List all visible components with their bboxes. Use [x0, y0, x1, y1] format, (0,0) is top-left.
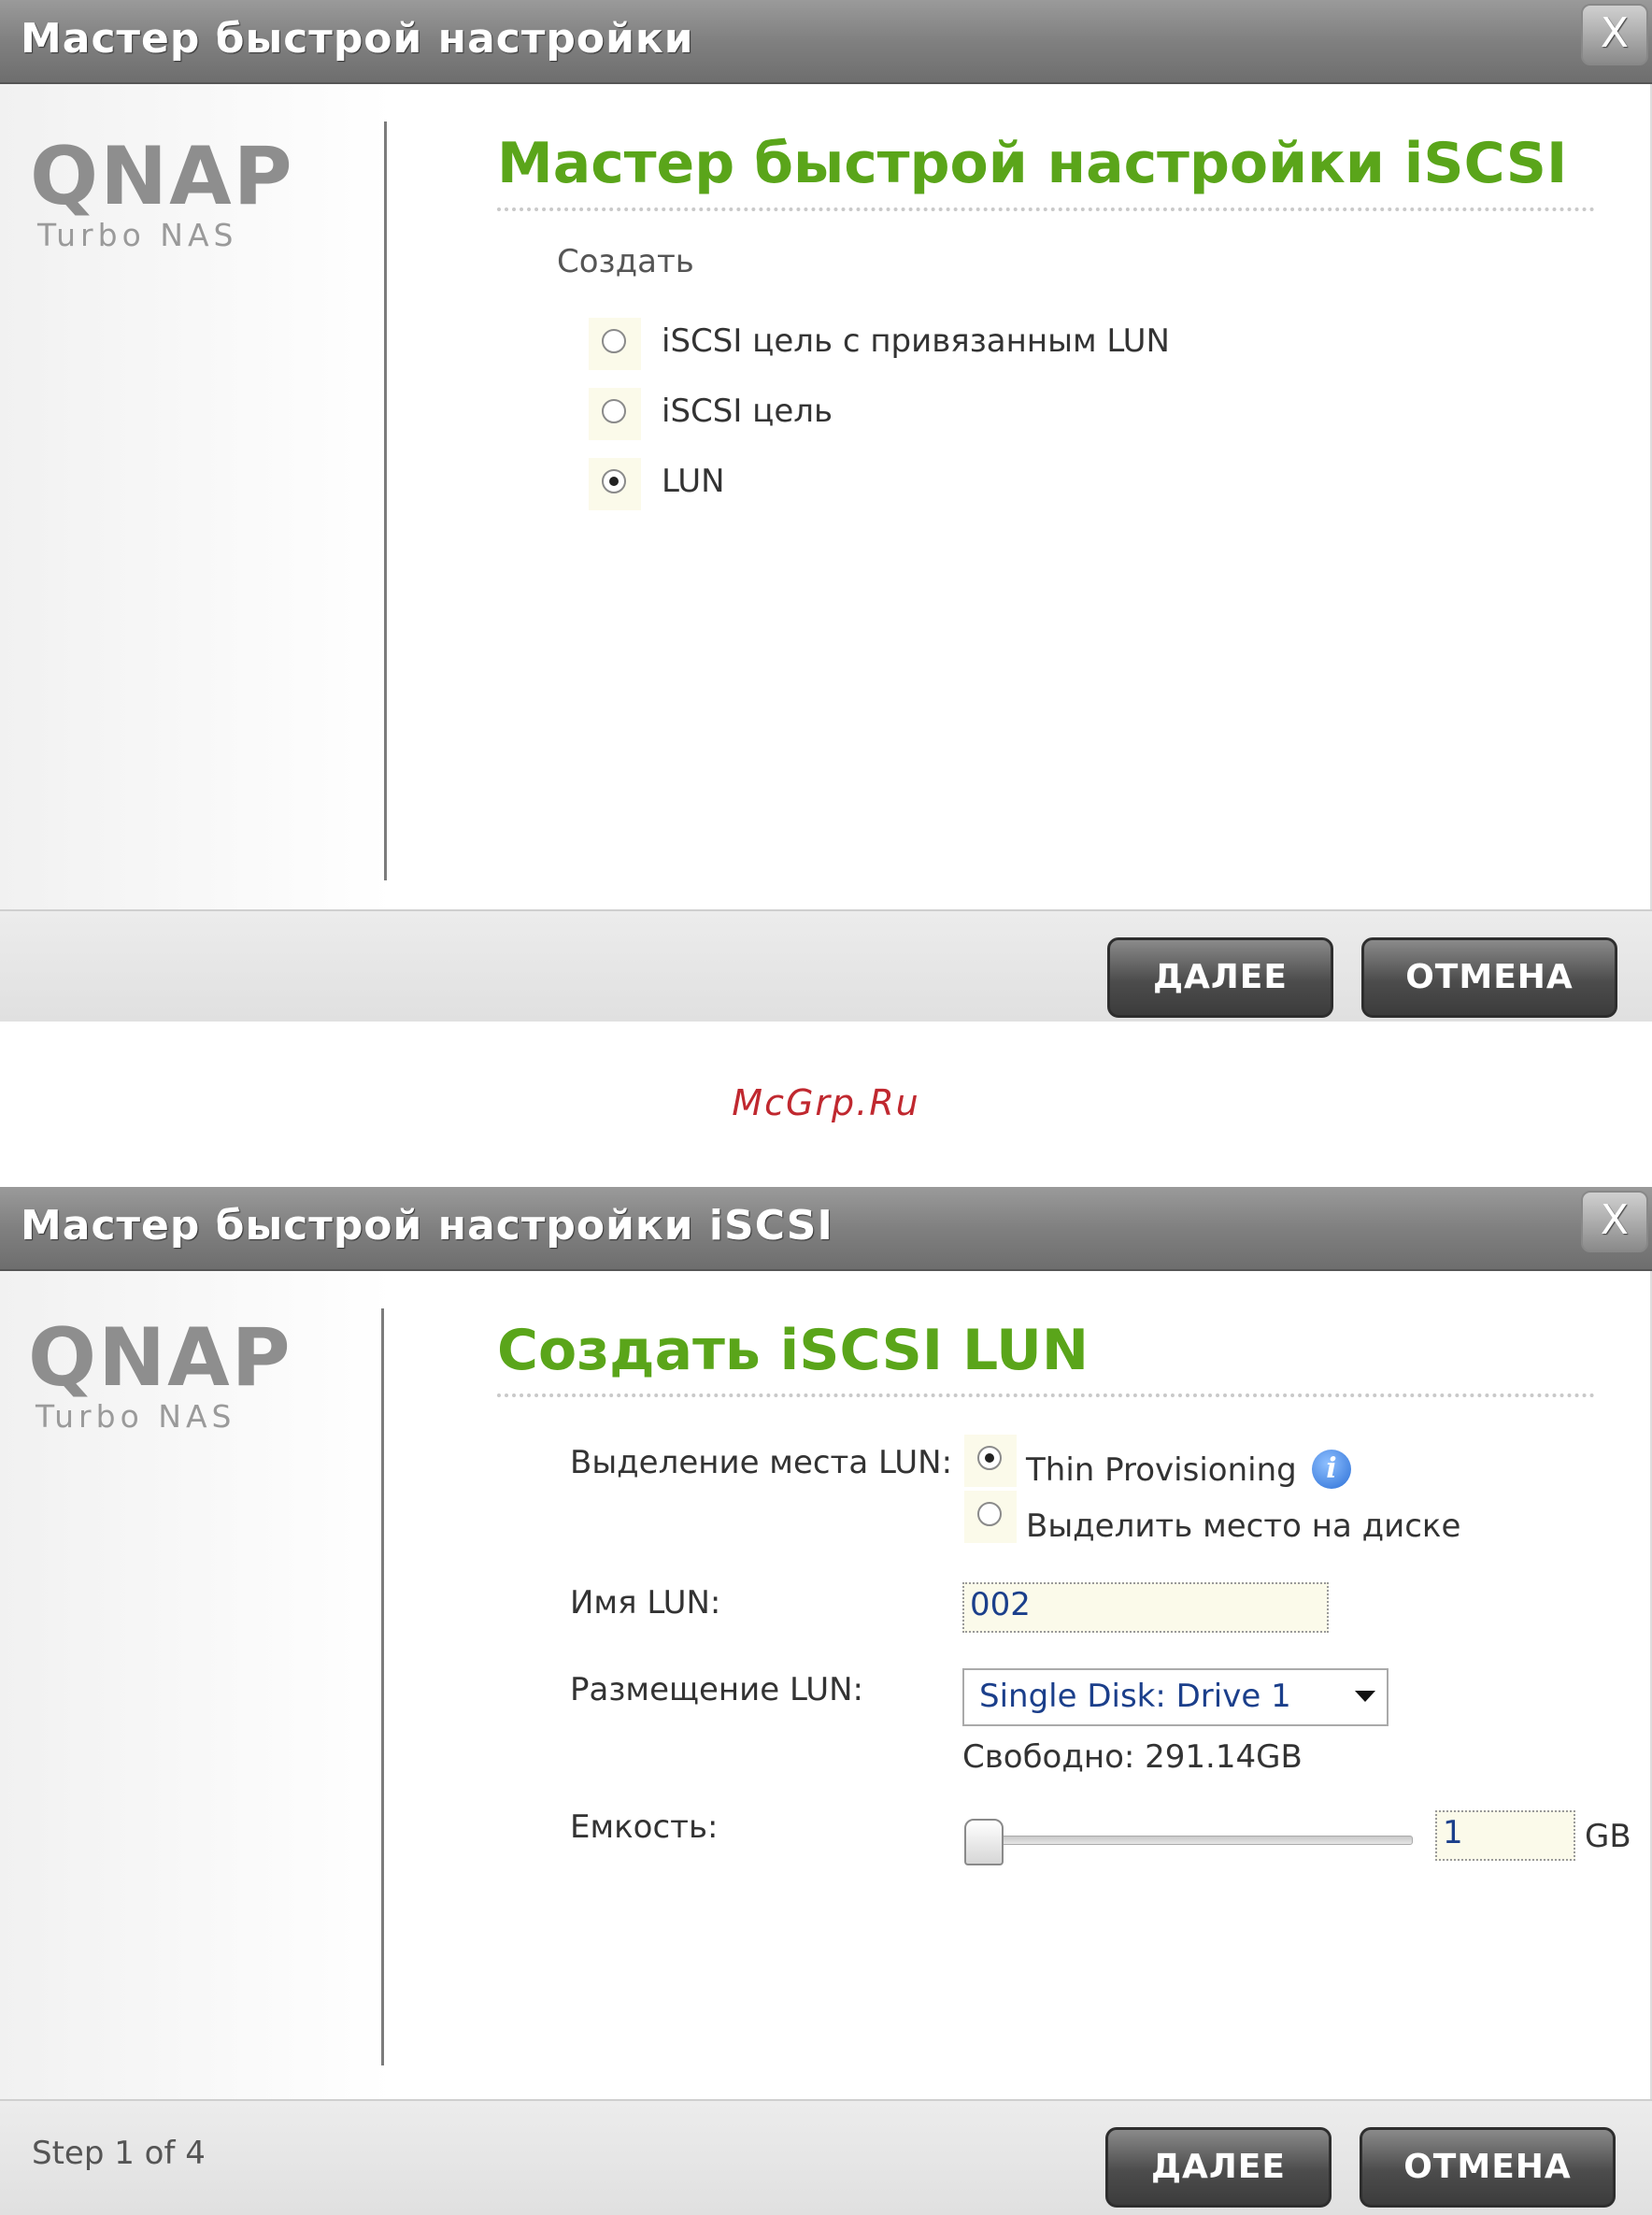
lun-location-label: Размещение LUN: — [570, 1671, 864, 1708]
radio-allocate-disk-space[interactable] — [964, 1491, 1017, 1543]
capacity-slider-track[interactable] — [972, 1836, 1413, 1845]
lun-name-input[interactable]: 002 — [962, 1582, 1329, 1633]
radio-button[interactable] — [602, 329, 626, 353]
info-icon[interactable]: i — [1312, 1450, 1351, 1489]
radio-button[interactable] — [977, 1502, 1002, 1526]
dialog-footer: Step 1 of 4 ДАЛЕЕ ОТМЕНА — [0, 2099, 1652, 2215]
qnap-logo: QNAP Turbo NAS — [30, 136, 294, 253]
create-lun-dialog: Мастер быстрой настройки iSCSI X QNAP Tu… — [0, 1187, 1652, 2215]
dialog-footer: ДАЛЕЕ ОТМЕНА — [0, 909, 1652, 1022]
logo-main-text: QNAP — [30, 130, 294, 223]
capacity-input[interactable]: 1 — [1435, 1810, 1575, 1861]
radio-button[interactable] — [977, 1446, 1002, 1470]
page-heading: Мастер быстрой настройки iSCSI — [497, 131, 1568, 196]
option-label: iSCSI цель с привязанным LUN — [662, 322, 1170, 360]
close-button[interactable]: X — [1581, 4, 1648, 65]
allocation-label: Выделение места LUN: — [570, 1444, 953, 1481]
lun-location-select[interactable]: Single Disk: Drive 1 — [962, 1668, 1389, 1726]
title-bar: Мастер быстрой настройки iSCSI X — [0, 1187, 1652, 1271]
logo-main-text: QNAP — [28, 1311, 292, 1405]
dialog-body: QNAP Turbo NAS Мастер быстрой настройки … — [0, 84, 1652, 909]
qnap-logo: QNAP Turbo NAS — [28, 1318, 292, 1435]
capacity-label: Емкость: — [570, 1808, 719, 1846]
cancel-button[interactable]: ОТМЕНА — [1361, 937, 1617, 1018]
step-indicator: Step 1 of 4 — [32, 2135, 206, 2172]
thin-provisioning-label: Thin Provisioning — [1026, 1451, 1297, 1489]
dialog-title: Мастер быстрой настройки — [21, 15, 694, 63]
vertical-divider — [381, 1308, 384, 2065]
option-label: iSCSI цель — [662, 393, 833, 430]
radio-thin-provisioning[interactable] — [964, 1435, 1017, 1487]
create-label: Создать — [557, 243, 694, 280]
radio-iscsi-target-with-lun[interactable] — [589, 318, 641, 370]
dotted-divider — [497, 1393, 1595, 1397]
close-icon: X — [1600, 1196, 1630, 1244]
lun-name-label: Имя LUN: — [570, 1584, 721, 1622]
next-button[interactable]: ДАЛЕЕ — [1107, 937, 1333, 1018]
capacity-unit: GB — [1585, 1818, 1631, 1855]
radio-iscsi-target[interactable] — [589, 388, 641, 440]
capacity-slider-handle[interactable] — [964, 1819, 1004, 1865]
title-bar: Мастер быстрой настройки X — [0, 0, 1652, 84]
chevron-down-icon — [1355, 1691, 1375, 1702]
option-label: LUN — [662, 463, 725, 500]
radio-button[interactable] — [602, 399, 626, 423]
select-value: Single Disk: Drive 1 — [979, 1678, 1291, 1715]
free-space-text: Свободно: 291.14GB — [962, 1738, 1303, 1776]
close-button[interactable]: X — [1581, 1191, 1648, 1252]
vertical-divider — [384, 121, 387, 880]
radio-button[interactable] — [602, 469, 626, 493]
dialog-title: Мастер быстрой настройки iSCSI — [21, 1202, 833, 1250]
close-icon: X — [1600, 9, 1630, 57]
page-heading: Создать iSCSI LUN — [497, 1318, 1089, 1383]
quick-setup-dialog: Мастер быстрой настройки X QNAP Turbo NA… — [0, 0, 1652, 1023]
allocate-disk-label: Выделить место на диске — [1026, 1508, 1461, 1545]
dialog-body: QNAP Turbo NAS Создать iSCSI LUN Выделен… — [0, 1271, 1652, 2099]
watermark: McGrp.Ru — [732, 1082, 920, 1123]
radio-lun[interactable] — [589, 458, 641, 510]
cancel-button[interactable]: ОТМЕНА — [1360, 2127, 1616, 2208]
next-button[interactable]: ДАЛЕЕ — [1105, 2127, 1332, 2208]
dotted-divider — [497, 207, 1595, 211]
